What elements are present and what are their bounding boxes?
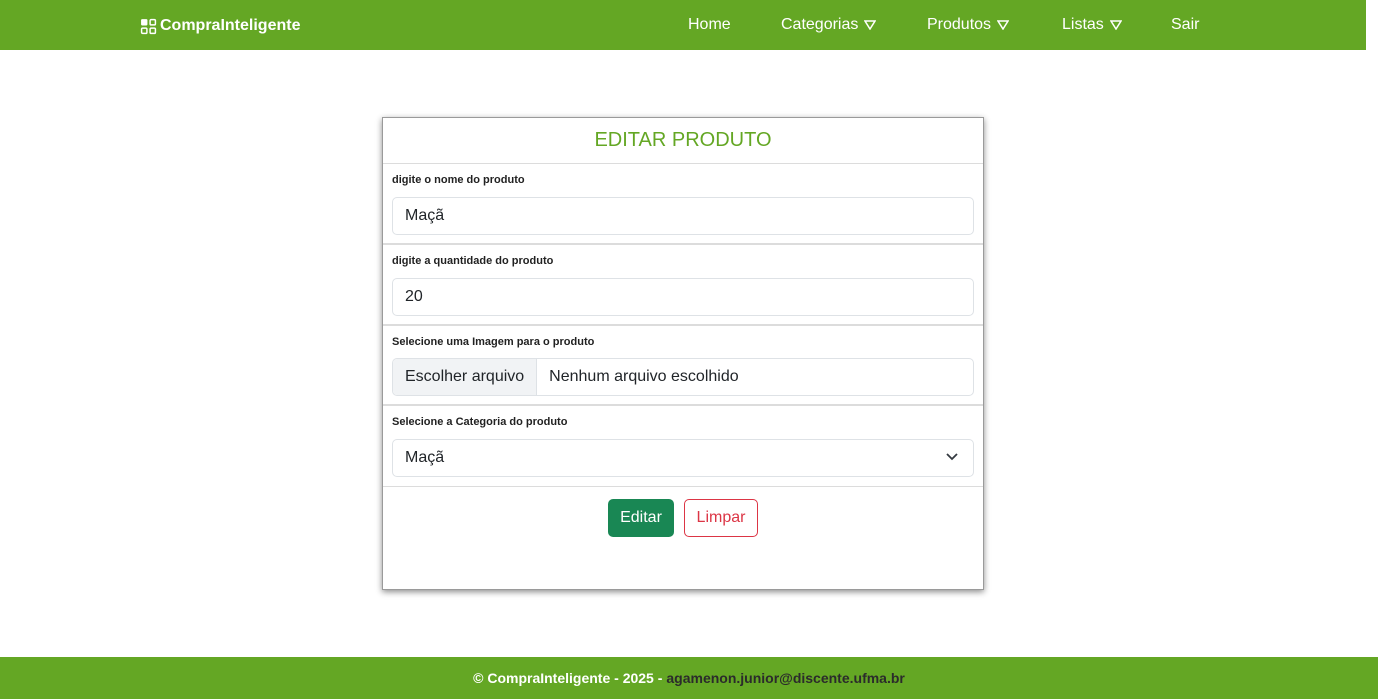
- nav-home[interactable]: Home: [688, 16, 731, 34]
- nav-sair[interactable]: Sair: [1171, 16, 1199, 34]
- nav-listas[interactable]: Listas: [1062, 16, 1122, 34]
- form-title: EDITAR PRODUTO: [383, 118, 983, 164]
- category-select[interactable]: Maçã: [392, 439, 974, 477]
- brand-name: CompraInteligente: [160, 17, 301, 34]
- nav-produtos-label: Produtos: [927, 16, 992, 33]
- image-file-input[interactable]: Escolher arquivo Nenhum arquivo escolhid…: [392, 358, 974, 396]
- image-field-group: Selecione uma Imagem para o produto Esco…: [383, 326, 983, 406]
- caret-down-icon: [997, 20, 1010, 30]
- clear-button[interactable]: Limpar: [684, 499, 758, 537]
- footer-copyright: © CompraInteligente - 2025 -: [473, 670, 663, 686]
- nav-categorias[interactable]: Categorias: [781, 16, 877, 34]
- footer-email: agamenon.junior@discente.ufma.br: [666, 670, 905, 686]
- quantity-label: digite a quantidade do produto: [392, 255, 554, 267]
- category-label: Selecione a Categoria do produto: [392, 416, 568, 428]
- chevron-down-icon: [946, 453, 958, 461]
- image-label: Selecione uma Imagem para o produto: [392, 336, 595, 348]
- navbar: CompraInteligente Home Categorias Produt…: [0, 0, 1366, 50]
- product-name-input[interactable]: Maçã: [392, 197, 974, 235]
- brand-link[interactable]: CompraInteligente: [140, 17, 300, 35]
- edit-product-card: EDITAR PRODUTO digite o nome do produto …: [382, 117, 984, 590]
- nav-produtos[interactable]: Produtos: [927, 16, 1010, 34]
- category-field-group: Selecione a Categoria do produto Maçã: [383, 406, 983, 487]
- nav-sair-label: Sair: [1171, 16, 1200, 33]
- form-actions: Editar Limpar: [383, 499, 983, 559]
- nav-home-label: Home: [688, 16, 731, 33]
- grid-icon: [140, 18, 157, 34]
- nav-listas-label: Listas: [1062, 16, 1104, 33]
- caret-down-icon: [1109, 20, 1122, 30]
- name-label: digite o nome do produto: [392, 174, 525, 186]
- quantity-field-group: digite a quantidade do produto 20: [383, 245, 983, 326]
- name-field-group: digite o nome do produto Maçã: [383, 164, 983, 245]
- nav-categorias-label: Categorias: [781, 16, 859, 33]
- choose-file-button[interactable]: Escolher arquivo: [393, 359, 538, 395]
- category-selected-value: Maçã: [405, 449, 445, 466]
- edit-button[interactable]: Editar: [608, 499, 674, 537]
- file-status-text: Nenhum arquivo escolhido: [549, 368, 739, 385]
- footer: © CompraInteligente - 2025 - agamenon.ju…: [0, 657, 1378, 699]
- product-quantity-input[interactable]: 20: [392, 278, 974, 316]
- caret-down-icon: [864, 20, 877, 30]
